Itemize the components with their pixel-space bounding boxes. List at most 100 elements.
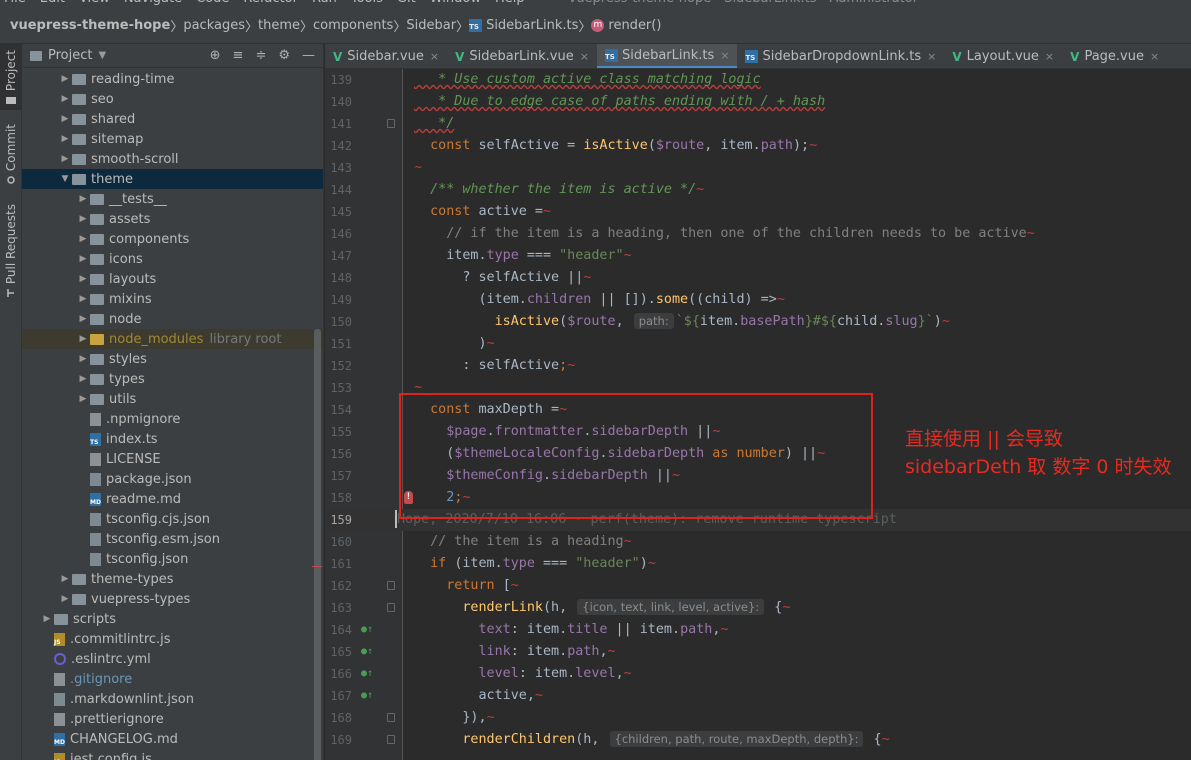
tree-item[interactable]: ▶ shared [22, 109, 323, 129]
chevron-right-icon[interactable]: ▶ [58, 74, 72, 84]
expand-all-icon[interactable]: ≡ [233, 48, 244, 63]
chevron-right-icon[interactable]: ▶ [58, 114, 72, 124]
tree-item[interactable]: ▶ vuepress-types [22, 589, 323, 609]
implemented-icon[interactable]: ●↑ [361, 646, 373, 658]
chevron-right-icon[interactable]: ▶ [76, 314, 90, 324]
tree-item[interactable]: ▶ scripts [22, 609, 323, 629]
chevron-right-icon[interactable]: ▶ [76, 234, 90, 244]
tree-item[interactable]: ▶ mixins [22, 289, 323, 309]
close-icon[interactable]: × [1045, 50, 1054, 63]
close-icon[interactable]: × [927, 50, 936, 63]
project-panel-title[interactable]: Project [48, 48, 92, 63]
chevron-right-icon[interactable]: ▶ [76, 354, 90, 364]
tree-item[interactable]: package.json [22, 469, 323, 489]
tree-item[interactable]: JS .commitlintrc.js [22, 629, 323, 649]
project-scrollbar[interactable] [314, 329, 321, 760]
tree-item[interactable]: ▶ sitemap [22, 129, 323, 149]
tree-item[interactable]: tsconfig.esm.json [22, 529, 323, 549]
tree-item[interactable]: ▶ types [22, 369, 323, 389]
tree-item[interactable]: tsconfig.cjs.json [22, 509, 323, 529]
close-icon[interactable]: × [430, 50, 439, 63]
tree-item[interactable]: ▶ utils [22, 389, 323, 409]
breadcrumb-item[interactable]: components [313, 18, 393, 33]
editor-tab[interactable]: V Layout.vue × [944, 44, 1062, 68]
tree-item[interactable]: LICENSE [22, 449, 323, 469]
tree-item[interactable]: .prettierignore [22, 709, 323, 729]
tree-item[interactable]: JS jest.config.js [22, 749, 323, 760]
breadcrumb-item[interactable]: Sidebar [406, 18, 456, 33]
tree-item[interactable]: tsconfig.json [22, 549, 323, 569]
tree-item[interactable]: ▶ styles [22, 349, 323, 369]
chevron-right-icon[interactable]: ▶ [76, 194, 90, 204]
tree-item[interactable]: .markdownlint.json [22, 689, 323, 709]
menu-item[interactable]: Edit [40, 0, 65, 6]
tree-item[interactable]: ▶ layouts [22, 269, 323, 289]
menu-item[interactable]: File [4, 0, 26, 6]
tree-item[interactable]: ▶ __tests__ [22, 189, 323, 209]
editor-tab[interactable]: TS SidebarDropdownLink.ts × [737, 44, 944, 68]
tree-item[interactable]: ▶ smooth-scroll [22, 149, 323, 169]
chevron-right-icon[interactable]: ▶ [58, 154, 72, 164]
chevron-right-icon[interactable]: ▶ [76, 334, 90, 344]
toolwindow-project[interactable]: Project [0, 44, 22, 110]
tree-item[interactable]: ▶ icons [22, 249, 323, 269]
chevron-right-icon[interactable]: ▶ [58, 574, 72, 584]
implemented-icon[interactable]: ●↑ [361, 690, 373, 702]
menu-item[interactable]: Git [397, 0, 416, 6]
locate-icon[interactable]: ⊕ [210, 48, 221, 63]
chevron-right-icon[interactable]: ▶ [76, 214, 90, 224]
chevron-down-icon[interactable]: ▼ [58, 174, 72, 184]
breadcrumb-item[interactable]: vuepress-theme-hope [10, 18, 170, 33]
chevron-right-icon[interactable]: ▶ [76, 274, 90, 284]
toolwindow-pull-requests[interactable]: Pull Requests [0, 200, 22, 300]
chevron-right-icon[interactable]: ▶ [76, 294, 90, 304]
menu-item[interactable]: Code [196, 0, 229, 6]
menu-item[interactable]: Tools [351, 0, 383, 6]
chevron-right-icon[interactable]: ▶ [58, 594, 72, 604]
breadcrumb-item[interactable]: TS SidebarLink.ts [469, 18, 578, 33]
tree-item[interactable]: ▶ components [22, 229, 323, 249]
tree-item[interactable]: ▶ node_modules library root [22, 329, 323, 349]
menu-item[interactable]: Run [312, 0, 337, 6]
tree-item[interactable]: .eslintrc.yml [22, 649, 323, 669]
chevron-right-icon[interactable]: ▶ [40, 614, 54, 624]
tree-item[interactable]: .gitignore [22, 669, 323, 689]
collapse-all-icon[interactable]: ≑ [255, 48, 266, 63]
tree-item[interactable]: TS index.ts [22, 429, 323, 449]
chevron-right-icon[interactable]: ▶ [76, 394, 90, 404]
menu-item[interactable]: Window [430, 0, 481, 6]
tree-item[interactable]: ▼ theme [22, 169, 323, 189]
gear-icon[interactable]: ⚙ [278, 48, 290, 63]
menu-item[interactable]: View [79, 0, 110, 6]
tree-item[interactable]: .npmignore [22, 409, 323, 429]
breadcrumb-item[interactable]: theme [258, 18, 300, 33]
editor-tab[interactable]: V Page.vue × [1062, 44, 1167, 68]
breadcrumb-item[interactable]: m render() [591, 18, 661, 33]
tree-item[interactable]: MD readme.md [22, 489, 323, 509]
menu-item[interactable]: Navigate [124, 0, 182, 6]
implemented-icon[interactable]: ●↑ [361, 668, 373, 680]
breadcrumb-item[interactable]: packages [183, 18, 245, 33]
chevron-right-icon[interactable]: ▶ [76, 374, 90, 384]
implemented-icon[interactable]: ●↑ [361, 624, 373, 636]
tree-item[interactable]: ▶ assets [22, 209, 323, 229]
hide-icon[interactable]: — [302, 48, 315, 63]
chevron-right-icon[interactable]: ▶ [58, 134, 72, 144]
editor-tab[interactable]: V Sidebar.vue × [325, 44, 447, 68]
chevron-down-icon[interactable]: ▼ [98, 50, 106, 61]
chevron-right-icon[interactable]: ▶ [58, 94, 72, 104]
tree-item[interactable]: MD CHANGELOG.md [22, 729, 323, 749]
tree-item[interactable]: ▶ reading-time [22, 69, 323, 89]
toolwindow-commit[interactable]: Commit [0, 120, 22, 190]
tree-item[interactable]: ▶ node [22, 309, 323, 329]
close-icon[interactable]: × [720, 49, 729, 62]
chevron-right-icon[interactable]: ▶ [76, 254, 90, 264]
tree-item[interactable]: ▶ seo [22, 89, 323, 109]
close-icon[interactable]: × [580, 50, 589, 63]
tree-item[interactable]: ▶ theme-types [22, 569, 323, 589]
close-icon[interactable]: × [1150, 50, 1159, 63]
editor-tab[interactable]: TS SidebarLink.ts × [596, 44, 738, 68]
menu-item[interactable]: Refactor [243, 0, 298, 6]
menu-item[interactable]: Help [495, 0, 525, 6]
editor-tab[interactable]: V SidebarLink.vue × [447, 44, 597, 68]
